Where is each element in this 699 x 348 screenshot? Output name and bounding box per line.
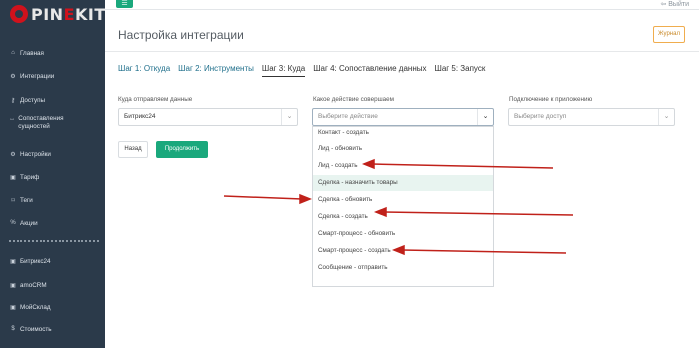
tab-step-5[interactable]: Шаг 5: Запуск — [434, 64, 485, 77]
action-select[interactable]: Выберите действие ⌄ — [312, 108, 494, 126]
gear-icon: ⚙ — [10, 151, 16, 158]
dropdown-option[interactable]: Контакт - создать — [313, 127, 493, 141]
sidebar-item-settings[interactable]: ⚙ Настройки — [0, 145, 105, 163]
sidebar-item-label: Интеграции — [20, 72, 55, 80]
sidebar: PINEKIT ⌂ Главная ⚙ Интеграции ⚷ Доступы ↔ С… — [0, 0, 105, 348]
sidebar-item-label: amoCRM — [20, 281, 47, 289]
sidebar-divider — [9, 240, 99, 244]
target-label: Куда отправляем данные — [118, 96, 193, 103]
sidebar-item-amocrm[interactable]: ▣ amoCRM — [0, 276, 105, 294]
logo-icon — [10, 5, 28, 23]
integrations-icon: ⚙ — [10, 73, 16, 80]
dropdown-option[interactable]: Смарт-процесс - создать — [313, 243, 493, 259]
sidebar-item-promotions[interactable]: % Акции — [0, 214, 105, 232]
percent-icon: % — [10, 220, 16, 226]
dropdown-option[interactable]: Сообщение - отправить — [313, 260, 493, 276]
sidebar-item-home[interactable]: ⌂ Главная — [0, 44, 105, 62]
sidebar-item-label: Настройки — [20, 150, 51, 158]
moysklad-icon: ▣ — [10, 304, 16, 311]
key-icon: ⚷ — [10, 97, 16, 104]
tariff-icon: ▣ — [10, 174, 16, 181]
menu-toggle-button[interactable]: ☰ — [116, 0, 133, 8]
sidebar-item-label: Тариф — [20, 173, 40, 181]
action-placeholder: Выберите действие — [318, 113, 378, 120]
divider — [105, 51, 699, 52]
logout-link[interactable]: ⇦ Выйти — [660, 0, 689, 8]
sidebar-item-label: Сопоставления сущностей — [18, 115, 64, 130]
sidebar-item-bitrix24[interactable]: ▣ Битрикс24 — [0, 252, 105, 270]
step-tabs: Шаг 1: Откуда Шаг 2: Инструменты Шаг 3: … — [118, 64, 493, 77]
sidebar-item-pricing[interactable]: $ Стоимость — [0, 320, 105, 338]
sidebar-item-label: Доступы — [20, 96, 46, 104]
dollar-icon: $ — [11, 326, 15, 332]
mapping-icon: ↔ — [9, 116, 16, 122]
sidebar-item-label: Битрикс24 — [20, 257, 51, 265]
chevron-down-icon: ⌄ — [477, 109, 493, 125]
dropdown-option[interactable]: Сделка - назначить товары — [313, 175, 493, 191]
tab-step-4[interactable]: Шаг 4: Сопоставление данных — [313, 64, 426, 77]
action-dropdown: Контакт - создать Лид - обновить Лид - с… — [312, 126, 494, 287]
sidebar-item-label: Акции — [20, 219, 38, 227]
sidebar-item-entity-mapping[interactable]: ↔ Сопоставления сущностей — [0, 115, 80, 141]
tab-step-1[interactable]: Шаг 1: Откуда — [118, 64, 170, 77]
connection-select[interactable]: Выберите доступ ⌄ — [508, 108, 675, 126]
dropdown-option[interactable]: Лид - обновить — [313, 141, 493, 157]
sidebar-item-label: Стоимость — [20, 325, 52, 333]
amocrm-icon: ▣ — [10, 282, 16, 289]
journal-button[interactable]: Журнал — [653, 26, 685, 43]
page-title: Настройка интеграции — [118, 28, 244, 42]
tag-icon: ⌑ — [11, 197, 15, 204]
back-button[interactable]: Назад — [118, 141, 148, 158]
sidebar-item-label: Главная — [20, 49, 44, 57]
chevron-down-icon: ⌄ — [281, 109, 297, 125]
logo[interactable]: PINEKIT — [10, 3, 106, 25]
target-value: Битрикс24 — [124, 113, 156, 120]
sidebar-item-label: МойСклад — [20, 303, 51, 311]
logo-text: PINEKIT — [31, 4, 106, 24]
connection-placeholder: Выберите доступ — [514, 113, 567, 120]
tab-step-2[interactable]: Шаг 2: Инструменты — [178, 64, 254, 77]
bitrix24-icon: ▣ — [10, 258, 16, 265]
chevron-down-icon: ⌄ — [658, 109, 674, 125]
sidebar-item-tariff[interactable]: ▣ Тариф — [0, 168, 105, 186]
dropdown-option[interactable]: Лид - создать — [313, 158, 493, 174]
connection-label: Подключение к приложению — [509, 96, 593, 103]
topbar — [105, 0, 699, 10]
dropdown-option[interactable]: Сделка - обновить — [313, 192, 493, 208]
home-icon: ⌂ — [11, 50, 15, 56]
target-select[interactable]: Битрикс24 ⌄ — [118, 108, 298, 126]
sidebar-item-tags[interactable]: ⌑ Теги — [0, 191, 105, 209]
sidebar-item-accesses[interactable]: ⚷ Доступы — [0, 91, 105, 109]
dropdown-option[interactable]: Сделка - создать — [313, 209, 493, 225]
integration-card: Настройка интеграции Журнал Шаг 1: Откуд… — [105, 10, 699, 348]
sidebar-item-moysklad[interactable]: ▣ МойСклад — [0, 298, 105, 316]
hamburger-icon: ☰ — [121, 0, 128, 7]
continue-button[interactable]: Продолжить — [156, 141, 208, 158]
sidebar-item-label: Теги — [20, 196, 33, 204]
sidebar-item-integrations[interactable]: ⚙ Интеграции — [0, 67, 105, 85]
action-label: Какое действие совершаем — [313, 96, 394, 103]
dropdown-option[interactable]: Смарт-процесс - обновить — [313, 226, 493, 242]
tab-step-3[interactable]: Шаг 3: Куда — [261, 64, 306, 77]
